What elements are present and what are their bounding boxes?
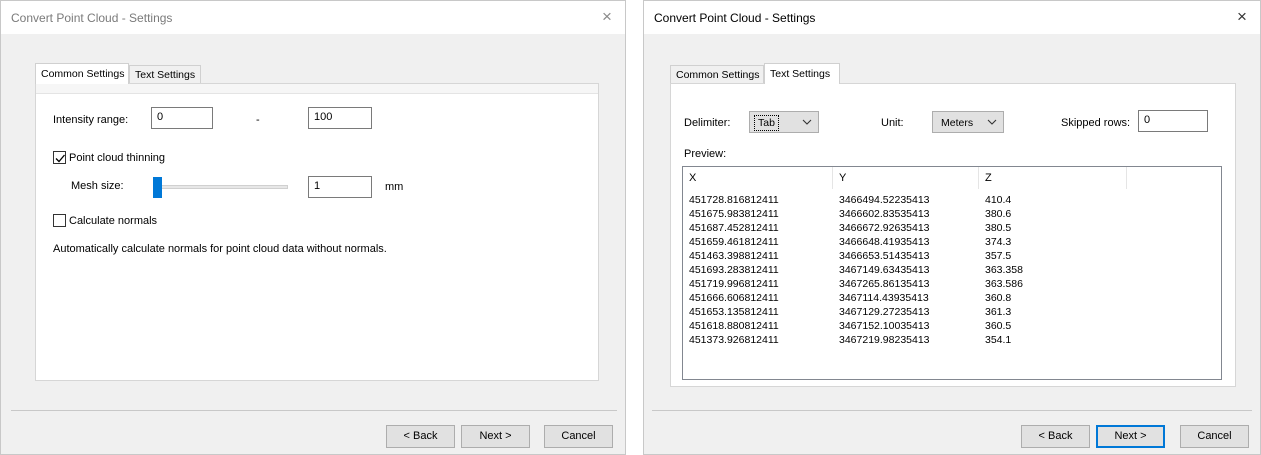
delimiter-select[interactable]: Tab: [749, 111, 819, 133]
intensity-max-input[interactable]: 100: [308, 107, 372, 129]
close-icon[interactable]: ×: [597, 7, 617, 27]
intensity-min-input[interactable]: 0: [151, 107, 213, 129]
table-cell-y: 3467114.43935413: [839, 292, 929, 304]
mesh-size-unit: mm: [385, 181, 404, 193]
table-cell-x: 451653.135812411: [689, 306, 779, 318]
normals-description: Automatically calculate normals for poin…: [53, 243, 387, 255]
table-row[interactable]: 451675.983812411 3466602.83535413 380.6: [683, 208, 1221, 222]
title-bar: Convert Point Cloud - Settings ×: [1, 1, 625, 34]
button-separator: [652, 410, 1252, 411]
table-cell-y: 3466672.92635413: [839, 222, 930, 234]
tab-common-settings[interactable]: Common Settings: [35, 63, 129, 84]
table-cell-y: 3467219.98235413: [839, 334, 930, 346]
dialog-title: Convert Point Cloud - Settings: [654, 11, 816, 25]
unit-selected-value: Meters: [941, 117, 974, 129]
column-header-z[interactable]: Z: [979, 167, 1127, 189]
table-row[interactable]: 451728.816812411 3466494.52235413 410.4: [683, 194, 1221, 208]
table-cell-z: 410.4: [985, 194, 1012, 206]
point-cloud-thinning-label: Point cloud thinning: [69, 152, 166, 164]
tab-text-settings[interactable]: Text Settings: [129, 65, 201, 83]
table-row[interactable]: 451618.880812411 3467152.10035413 360.5: [683, 320, 1221, 334]
calculate-normals-checkbox[interactable]: [53, 214, 66, 227]
table-cell-x: 451719.996812411: [689, 278, 779, 290]
back-button[interactable]: < Back: [386, 425, 455, 448]
table-cell-x: 451659.461812411: [689, 236, 779, 248]
chevron-down-icon: [802, 119, 812, 125]
chevron-down-icon: [987, 119, 997, 125]
table-row[interactable]: 451687.452812411 3466672.92635413 380.5: [683, 222, 1221, 236]
checkmark-icon: [55, 154, 65, 163]
skipped-rows-label: Skipped rows:: [1061, 117, 1131, 129]
table-cell-x: 451693.283812411: [689, 264, 779, 276]
table-cell-x: 451687.452812411: [689, 222, 779, 234]
close-icon[interactable]: ×: [1232, 7, 1252, 27]
preview-label: Preview:: [684, 148, 727, 160]
tab-common-settings[interactable]: Common Settings: [670, 65, 764, 83]
settings-dialog-text: Convert Point Cloud - Settings × Common …: [643, 0, 1261, 455]
cancel-button[interactable]: Cancel: [544, 425, 613, 448]
table-cell-x: 451666.606812411: [689, 292, 779, 304]
table-row[interactable]: 451666.606812411 3467114.43935413 360.8: [683, 292, 1221, 306]
table-cell-y: 3466602.83535413: [839, 208, 930, 220]
text-settings-panel: Delimiter: Tab Unit: Meters Skipped rows…: [670, 83, 1236, 387]
table-row[interactable]: 451373.926812411 3467219.98235413 354.1: [683, 334, 1221, 348]
table-cell-y: 3467129.27235413: [839, 306, 930, 318]
table-row[interactable]: 451463.398812411 3466653.51435413 357.5: [683, 250, 1221, 264]
table-cell-x: 451463.398812411: [689, 250, 779, 262]
button-separator: [11, 410, 617, 411]
table-cell-y: 3467149.63435413: [839, 264, 930, 276]
skipped-rows-input[interactable]: 0: [1138, 110, 1208, 132]
table-row[interactable]: 451719.996812411 3467265.86135413 363.586: [683, 278, 1221, 292]
table-cell-y: 3467152.10035413: [839, 320, 930, 332]
mesh-size-slider-thumb[interactable]: [153, 177, 162, 198]
table-cell-y: 3467265.86135413: [839, 278, 930, 290]
unit-label: Unit:: [881, 117, 904, 129]
preview-list-header: X Y Z: [683, 167, 1221, 189]
preview-list[interactable]: X Y Z 451728.816812411 3466494.52235413 41…: [682, 166, 1222, 380]
table-cell-x: 451675.983812411: [689, 208, 779, 220]
table-row[interactable]: 451659.461812411 3466648.41935413 374.3: [683, 236, 1221, 250]
table-row[interactable]: 451693.283812411 3467149.63435413 363.358: [683, 264, 1221, 278]
table-row[interactable]: 451653.135812411 3467129.27235413 361.3: [683, 306, 1221, 320]
title-bar: Convert Point Cloud - Settings ×: [644, 1, 1260, 34]
delimiter-selected-value: Tab: [754, 115, 779, 131]
table-cell-y: 3466648.41935413: [839, 236, 930, 248]
intensity-range-dash: -: [256, 114, 260, 126]
table-cell-x: 451373.926812411: [689, 334, 779, 346]
table-cell-z: 380.5: [985, 222, 1012, 234]
delimiter-label: Delimiter:: [684, 117, 731, 129]
panel-header-strip: [36, 84, 598, 94]
table-cell-y: 3466494.52235413: [839, 194, 930, 206]
column-header-y[interactable]: Y: [833, 167, 979, 189]
tab-text-settings[interactable]: Text Settings: [764, 63, 840, 84]
back-button[interactable]: < Back: [1021, 425, 1090, 448]
point-cloud-thinning-checkbox[interactable]: [53, 151, 66, 164]
mesh-size-input[interactable]: 1: [308, 176, 372, 198]
next-button[interactable]: Next >: [1096, 425, 1165, 448]
table-cell-z: 363.586: [985, 278, 1023, 290]
next-button[interactable]: Next >: [461, 425, 530, 448]
mesh-size-label: Mesh size:: [71, 180, 124, 192]
common-settings-panel: Intensity range: 0 - 100 Point cloud thi…: [35, 83, 599, 381]
column-header-x[interactable]: X: [683, 167, 833, 189]
table-cell-z: 363.358: [985, 264, 1023, 276]
intensity-range-label: Intensity range:: [53, 114, 129, 126]
table-cell-y: 3466653.51435413: [839, 250, 930, 262]
calculate-normals-label: Calculate normals: [69, 215, 158, 227]
dialog-title: Convert Point Cloud - Settings: [11, 11, 173, 25]
unit-select[interactable]: Meters: [932, 111, 1004, 133]
table-cell-z: 360.8: [985, 292, 1012, 304]
settings-dialog-common: Convert Point Cloud - Settings × Common …: [0, 0, 626, 455]
table-cell-z: 361.3: [985, 306, 1012, 318]
table-cell-z: 354.1: [985, 334, 1012, 346]
table-cell-z: 374.3: [985, 236, 1012, 248]
table-cell-z: 360.5: [985, 320, 1012, 332]
table-cell-z: 357.5: [985, 250, 1012, 262]
table-cell-x: 451618.880812411: [689, 320, 779, 332]
mesh-size-slider-track[interactable]: [153, 185, 288, 189]
table-cell-x: 451728.816812411: [689, 194, 779, 206]
table-cell-z: 380.6: [985, 208, 1012, 220]
cancel-button[interactable]: Cancel: [1180, 425, 1249, 448]
